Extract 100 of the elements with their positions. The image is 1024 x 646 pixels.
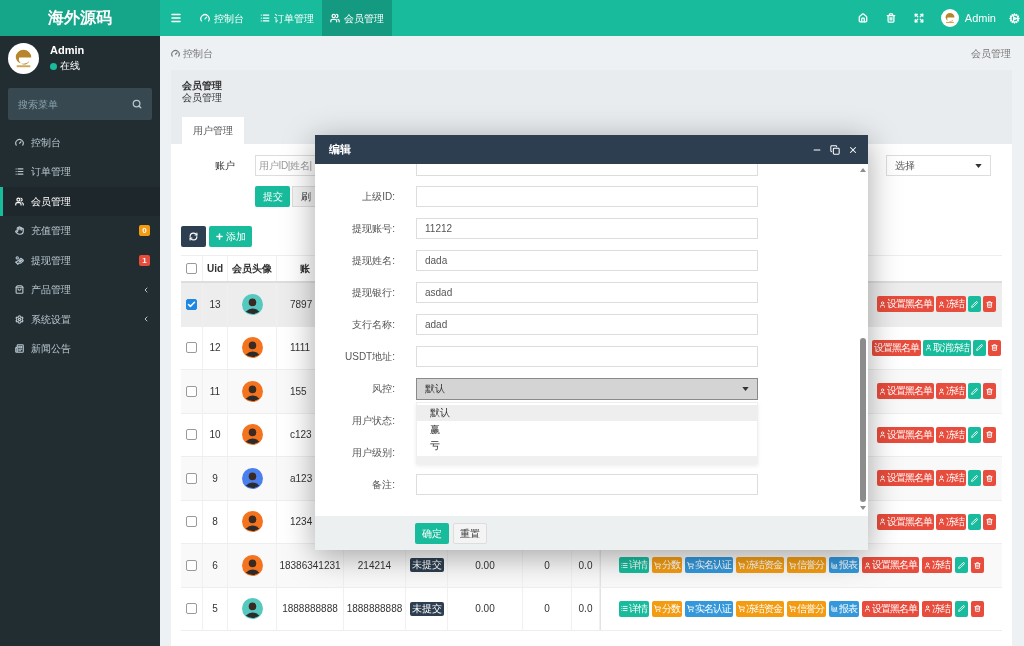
dropdown-option[interactable]: 赢 (417, 421, 757, 438)
sidebar-item[interactable]: 提现管理 1 (0, 245, 160, 275)
nav-tab[interactable]: 订单管理 (252, 0, 322, 36)
sidebar-item[interactable]: 新闻公告 (0, 334, 160, 364)
checkbox[interactable] (186, 342, 197, 354)
blacklist-button[interactable]: 设置黑名单 (871, 339, 921, 356)
table-cell-text: 12 (209, 341, 221, 356)
table-row[interactable]: 5 1888888888 1888888888 未提交 0.00 0 0.0 详情 分数 实名认证 冻结资金 信誉分 报表 设置黑名单 冻结 (181, 587, 1002, 631)
edit-button[interactable] (972, 339, 986, 356)
user-menu[interactable]: Admin (932, 0, 1004, 36)
delete-button[interactable] (982, 513, 996, 530)
delete-button[interactable] (982, 470, 996, 487)
checkbox[interactable] (186, 603, 197, 615)
checkbox[interactable] (186, 472, 197, 484)
sidebar-item[interactable]: 产品管理 (0, 275, 160, 305)
blacklist-button[interactable]: 设置黑名单 (862, 557, 919, 574)
credit-button[interactable]: 信誉分 (787, 600, 826, 617)
freeze-button[interactable]: 冻结 (935, 513, 966, 530)
text-input[interactable] (416, 346, 758, 367)
search-field[interactable]: 搜索菜单 (8, 88, 152, 120)
freeze-button[interactable]: 冻结 (935, 470, 966, 487)
add-button[interactable]: 添加 (209, 226, 252, 247)
checkbox[interactable] (186, 429, 197, 441)
blacklist-button[interactable]: 设置黑名单 (876, 426, 934, 443)
edit-button[interactable] (955, 557, 968, 574)
list-icon (15, 167, 24, 177)
submit-button[interactable]: 提交 (255, 186, 290, 207)
freeze-button[interactable]: 冻结 (922, 600, 952, 617)
text-input[interactable] (416, 474, 758, 495)
freeze-funds-button[interactable]: 冻结资金 (736, 557, 784, 574)
table-cell-text: 13 (209, 297, 221, 312)
nav-tab[interactable]: 控制台 (192, 0, 252, 36)
details-button[interactable]: 详情 (619, 600, 649, 617)
freeze-button[interactable]: 冻结 (922, 557, 952, 574)
checkbox[interactable] (186, 263, 197, 274)
text-input[interactable] (416, 164, 758, 176)
delete-button[interactable] (971, 600, 984, 617)
select-field[interactable]: 默认 (416, 377, 758, 400)
blacklist-button[interactable]: 设置黑名单 (876, 296, 934, 313)
delete-button[interactable] (982, 296, 996, 313)
trash-icon (985, 300, 993, 308)
delete-button[interactable] (982, 383, 996, 400)
sidebar-item[interactable]: 订单管理 (0, 157, 160, 187)
filter-select[interactable]: 选择 (886, 155, 991, 176)
scrollbar-thumb[interactable] (860, 338, 866, 502)
verify-button[interactable]: 实名认证 (685, 600, 733, 617)
delete-button[interactable] (987, 339, 1001, 356)
verify-button[interactable]: 实名认证 (685, 557, 733, 574)
blacklist-button[interactable]: 设置黑名单 (876, 470, 934, 487)
sidebar-item[interactable]: 控制台 (0, 127, 160, 157)
edit-button[interactable] (967, 513, 981, 530)
edit-button[interactable] (967, 470, 981, 487)
checkmark-icon (187, 299, 196, 309)
scroll-up-arrow-icon[interactable] (860, 168, 866, 172)
edit-button[interactable] (967, 426, 981, 443)
reset-button[interactable]: 重置 (453, 522, 487, 544)
freeze-button[interactable]: 冻结 (935, 296, 966, 313)
report-button[interactable]: 报表 (829, 600, 859, 617)
user-icon (924, 605, 931, 613)
edit-button[interactable] (955, 600, 968, 617)
sidebar-item[interactable]: 会员管理 (0, 186, 160, 216)
text-input[interactable]: dada (416, 250, 758, 271)
confirm-button[interactable]: 确定 (415, 522, 449, 544)
edit-button[interactable] (967, 296, 981, 313)
checkbox[interactable] (186, 385, 197, 397)
score-button[interactable]: 分数 (652, 600, 682, 617)
user-icon (878, 474, 886, 482)
nav-tab[interactable]: 会员管理 (322, 0, 392, 36)
scroll-down-arrow-icon[interactable] (860, 506, 866, 510)
report-button[interactable]: 报表 (829, 557, 859, 574)
sidebar-item[interactable]: 充值管理 0 (0, 216, 160, 246)
table-row[interactable]: 6 18386341231 214214 未提交 0.00 0 0.0 详情 分数 实名认证 冻结资金 信誉分 报表 设置黑名单 冻结 (181, 544, 1002, 588)
sidebar-item[interactable]: 系统设置 (0, 304, 160, 334)
text-input[interactable]: adad (416, 314, 758, 335)
unfreeze-button[interactable]: 取消冻结 (922, 339, 971, 356)
refresh-button[interactable] (181, 226, 206, 247)
count-badge: 0 (139, 225, 150, 237)
breadcrumb-link[interactable]: 控制台 (171, 45, 213, 61)
freeze-button[interactable]: 冻结 (935, 383, 966, 400)
blacklist-button[interactable]: 设置黑名单 (876, 383, 934, 400)
panel-tab[interactable]: 用户管理 (182, 117, 244, 144)
text-input[interactable]: asdad (416, 282, 758, 303)
details-button[interactable]: 详情 (619, 557, 649, 574)
freeze-funds-button[interactable]: 冻结资金 (736, 600, 784, 617)
freeze-button[interactable]: 冻结 (935, 426, 966, 443)
blacklist-button[interactable]: 设置黑名单 (876, 513, 934, 530)
secondary-button[interactable]: 刷 (292, 186, 315, 207)
checkbox[interactable] (186, 559, 197, 571)
text-input[interactable]: 用户ID|姓名| (255, 155, 317, 176)
delete-button[interactable] (971, 557, 984, 574)
delete-button[interactable] (982, 426, 996, 443)
edit-button[interactable] (967, 383, 981, 400)
checkbox[interactable] (186, 298, 197, 310)
text-input[interactable]: 11212 (416, 218, 758, 239)
text-input[interactable] (416, 186, 758, 207)
blacklist-button[interactable]: 设置黑名单 (862, 600, 919, 617)
credit-button[interactable]: 信誉分 (787, 557, 826, 574)
score-button[interactable]: 分数 (652, 557, 682, 574)
dropdown-option[interactable]: 默认 (417, 404, 757, 421)
checkbox[interactable] (186, 516, 197, 528)
